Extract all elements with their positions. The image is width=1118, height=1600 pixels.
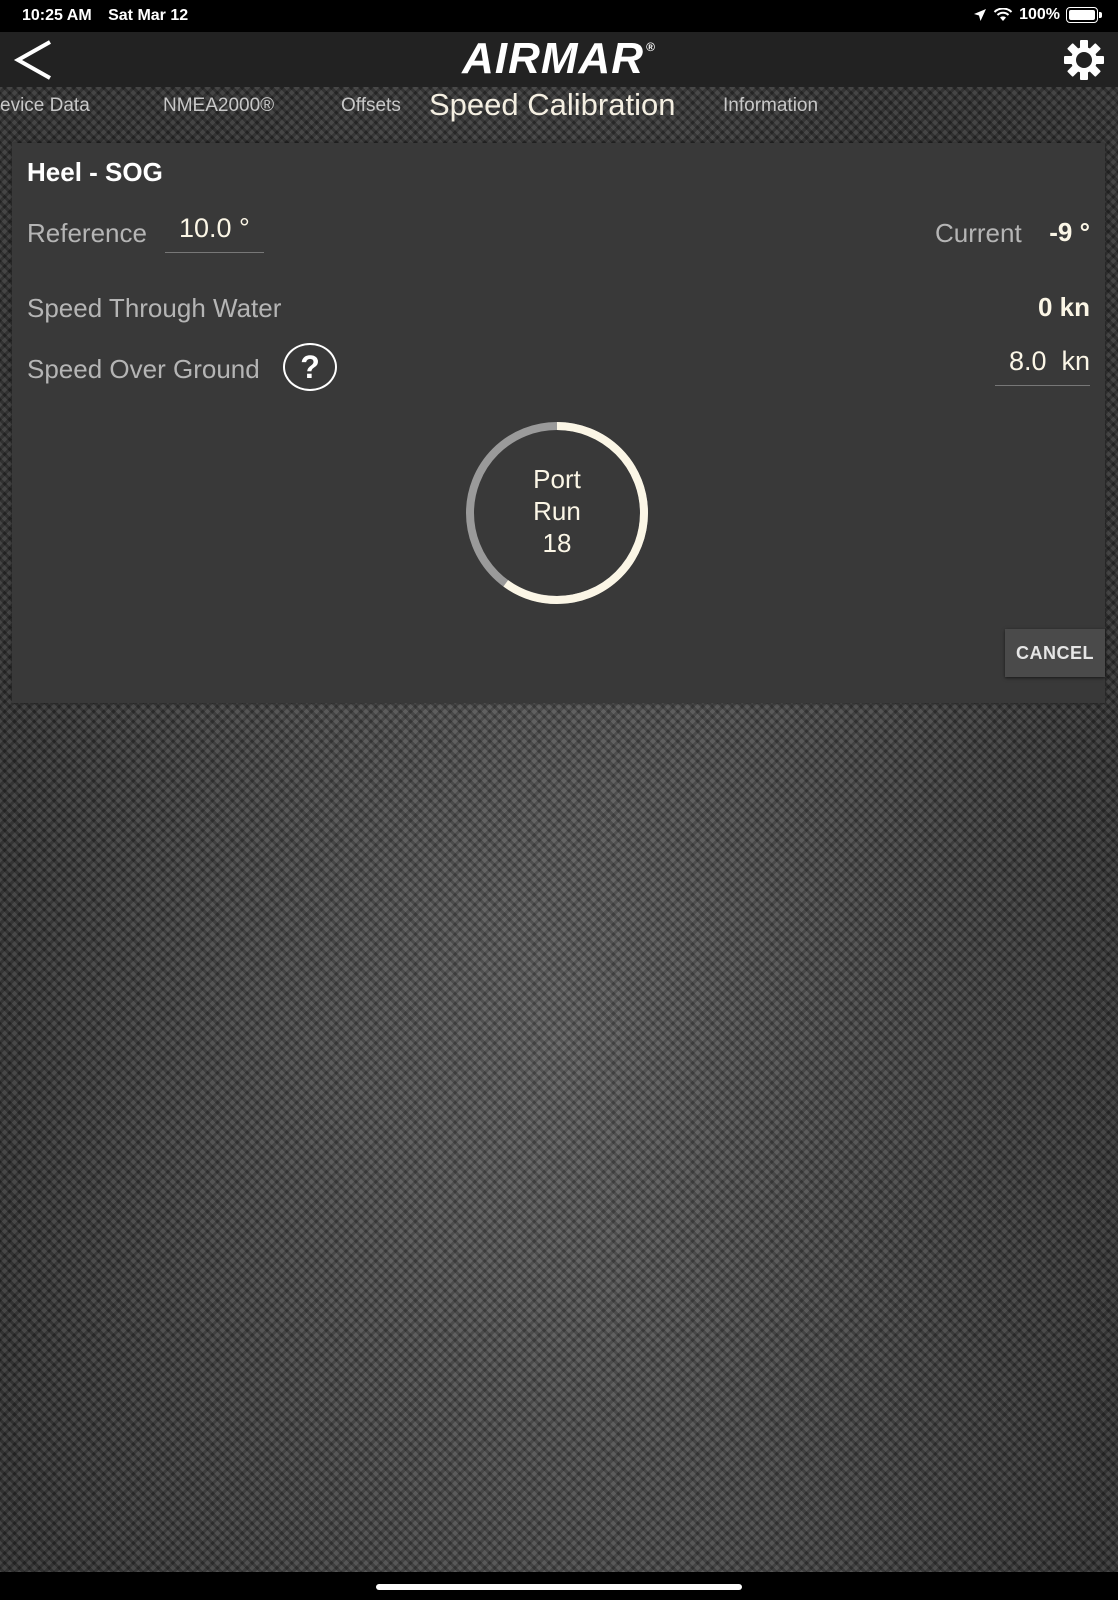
current-label: Current — [935, 218, 1022, 248]
current-value: -9 ° — [1049, 217, 1090, 247]
tab-speed-calibration[interactable]: Speed Calibration — [429, 87, 675, 123]
status-indicators: 100% — [973, 6, 1102, 24]
tab-offsets[interactable]: Offsets — [341, 95, 401, 117]
home-indicator[interactable] — [376, 1584, 742, 1590]
calibration-panel: Heel - SOG Reference 10.0 ° Current -9 °… — [12, 143, 1105, 703]
battery-percent: 100% — [1019, 6, 1060, 23]
tab-information[interactable]: Information — [723, 95, 818, 117]
panel-title: Heel - SOG — [27, 157, 163, 187]
battery-icon — [1066, 7, 1102, 23]
settings-button[interactable] — [1062, 38, 1106, 82]
cancel-button[interactable]: CANCEL — [1005, 629, 1105, 677]
progress-ring-label: Port Run 18 — [462, 463, 652, 559]
status-time-date: 10:25 AM Sat Mar 12 — [22, 7, 200, 25]
tab-nmea2000[interactable]: NMEA2000® — [163, 95, 274, 117]
speed-over-ground-label: Speed Over Ground — [27, 354, 260, 384]
run-countdown: 18 — [542, 528, 572, 558]
logo-text: AIRMAR — [462, 34, 645, 83]
airmar-logo: AIRMAR ® — [0, 34, 1118, 84]
wifi-icon — [993, 8, 1013, 21]
status-time: 10:25 AM — [22, 7, 92, 24]
tab-bar: evice Data NMEA2000® Offsets Speed Calib… — [0, 87, 1118, 137]
app-header: AIRMAR ® — [0, 32, 1118, 87]
gear-icon — [1064, 40, 1104, 80]
location-icon — [974, 9, 987, 21]
status-bar: 10:25 AM Sat Mar 12 100% — [0, 0, 1118, 32]
help-button[interactable]: ? — [283, 343, 337, 391]
status-date: Sat Mar 12 — [108, 7, 189, 24]
reference-input[interactable]: 10.0 ° — [165, 213, 264, 253]
speed-through-water-label: Speed Through Water — [27, 293, 282, 323]
reference-label: Reference — [27, 218, 147, 248]
speed-through-water-value: 0 kn — [1037, 292, 1090, 322]
tab-device-data[interactable]: evice Data — [0, 95, 90, 117]
home-bar — [0, 1572, 1118, 1600]
registered-mark: ® — [646, 40, 656, 54]
run-direction: Port — [533, 464, 581, 494]
speed-over-ground-input[interactable]: 8.0 kn — [994, 346, 1090, 386]
run-label: Run — [533, 496, 581, 526]
